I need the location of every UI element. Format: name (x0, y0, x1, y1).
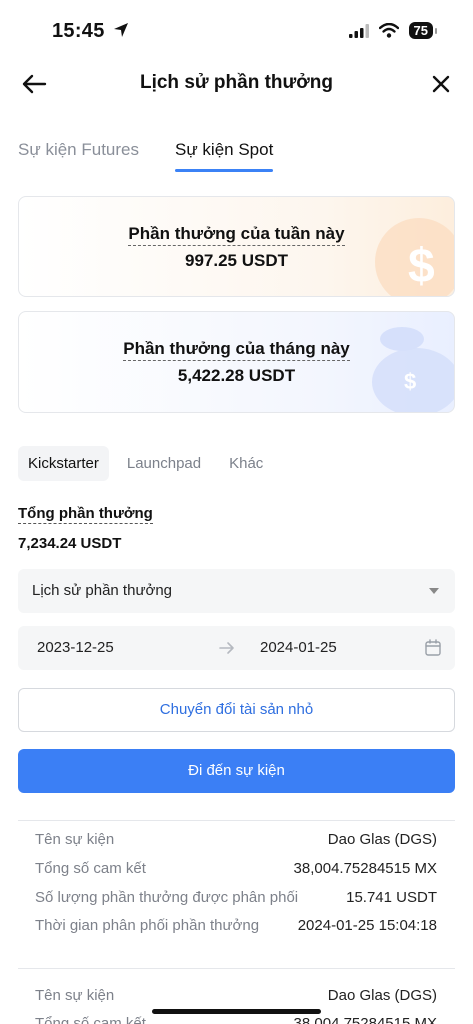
tab-launchpad[interactable]: Launchpad (117, 446, 211, 481)
dollar-coin-icon: $ (375, 218, 454, 296)
total-reward-label[interactable]: Tổng phần thưởng (18, 505, 153, 524)
tab-futures-events[interactable]: Sự kiện Futures (18, 140, 139, 172)
record-value: Dao Glas (DGS) (327, 987, 437, 1004)
record-label: Tên sự kiện (35, 831, 115, 848)
record-row: Tên sự kiện Dao Glas (DGS) (35, 987, 437, 1007)
record-value: 2024-01-25 15:04:18 (297, 917, 437, 934)
monthly-reward-label[interactable]: Phần thưởng của tháng này (123, 339, 350, 361)
reward-record: Tên sự kiện Dao Glas (DGS) Tổng số cam k… (18, 820, 455, 950)
battery-icon: 75 (408, 22, 438, 39)
convert-small-assets-button[interactable]: Chuyển đổi tài sản nhỏ (18, 688, 455, 732)
record-label: Tổng số cam kết (35, 1015, 146, 1024)
header: Lịch sử phần thưởng (0, 62, 473, 106)
svg-text:$: $ (404, 369, 416, 394)
record-row: Số lượng phần thưởng được phân phối 15.7… (35, 889, 437, 909)
signal-icon (348, 23, 369, 38)
category-tabs: Kickstarter Launchpad Khác (18, 446, 273, 481)
status-time: 15:45 (52, 20, 129, 43)
date-range-picker[interactable]: 2023-12-25 2024-01-25 (18, 626, 455, 670)
home-indicator (152, 1009, 321, 1014)
end-date[interactable]: 2024-01-25 (260, 639, 337, 656)
start-date[interactable]: 2023-12-25 (37, 639, 114, 656)
record-value: 38,004.75284515 MX (293, 860, 437, 877)
tab-kickstarter[interactable]: Kickstarter (18, 446, 109, 481)
record-label: Tổng số cam kết (35, 860, 146, 877)
status-icons: 75 (348, 22, 438, 39)
record-value: 38,004.75284515 MX (293, 1015, 437, 1024)
close-icon[interactable] (429, 72, 453, 96)
record-value: 15.741 USDT (346, 889, 437, 906)
weekly-reward-card: $ Phần thưởng của tuần này 997.25 USDT (18, 196, 455, 297)
monthly-reward-card: $ Phần thưởng của tháng này 5,422.28 USD… (18, 311, 455, 413)
page-title: Lịch sử phần thưởng (139, 72, 333, 93)
wifi-icon (378, 23, 399, 38)
total-reward-value: 7,234.24 USDT (18, 535, 122, 552)
location-arrow-icon (113, 23, 128, 37)
record-value: Dao Glas (DGS) (327, 831, 437, 848)
record-label: Thời gian phân phối phần thưởng (35, 917, 260, 934)
reward-record: Tên sự kiện Dao Glas (DGS) Tổng số cam k… (18, 968, 455, 1024)
chevron-down-icon (429, 588, 439, 594)
weekly-reward-label[interactable]: Phần thưởng của tuần này (128, 224, 345, 246)
tab-spot-events[interactable]: Sự kiện Spot (174, 140, 274, 172)
record-row: Tổng số cam kết 38,004.75284515 MX (35, 1015, 437, 1024)
history-type-value: Lịch sử phần thưởng (32, 582, 173, 599)
arrow-right-icon (219, 642, 234, 654)
record-row: Tổng số cam kết 38,004.75284515 MX (35, 860, 437, 880)
record-row: Tên sự kiện Dao Glas (DGS) (35, 831, 437, 851)
record-label: Số lượng phần thưởng được phân phối (35, 889, 299, 906)
status-time-text: 15:45 (52, 20, 105, 42)
history-type-select[interactable]: Lịch sử phần thưởng (18, 569, 455, 613)
record-label: Tên sự kiện (35, 987, 115, 1004)
money-bag-icon: $ (372, 327, 454, 412)
event-tabs: Sự kiện Futures Sự kiện Spot (18, 140, 274, 172)
record-row: Thời gian phân phối phần thưởng 2024-01-… (35, 917, 437, 937)
calendar-icon[interactable] (425, 639, 441, 656)
status-bar: 15:45 75 (0, 0, 473, 62)
svg-text:$: $ (408, 240, 435, 293)
tab-other[interactable]: Khác (219, 446, 273, 481)
go-to-event-button[interactable]: Đi đến sự kiện (18, 749, 455, 793)
